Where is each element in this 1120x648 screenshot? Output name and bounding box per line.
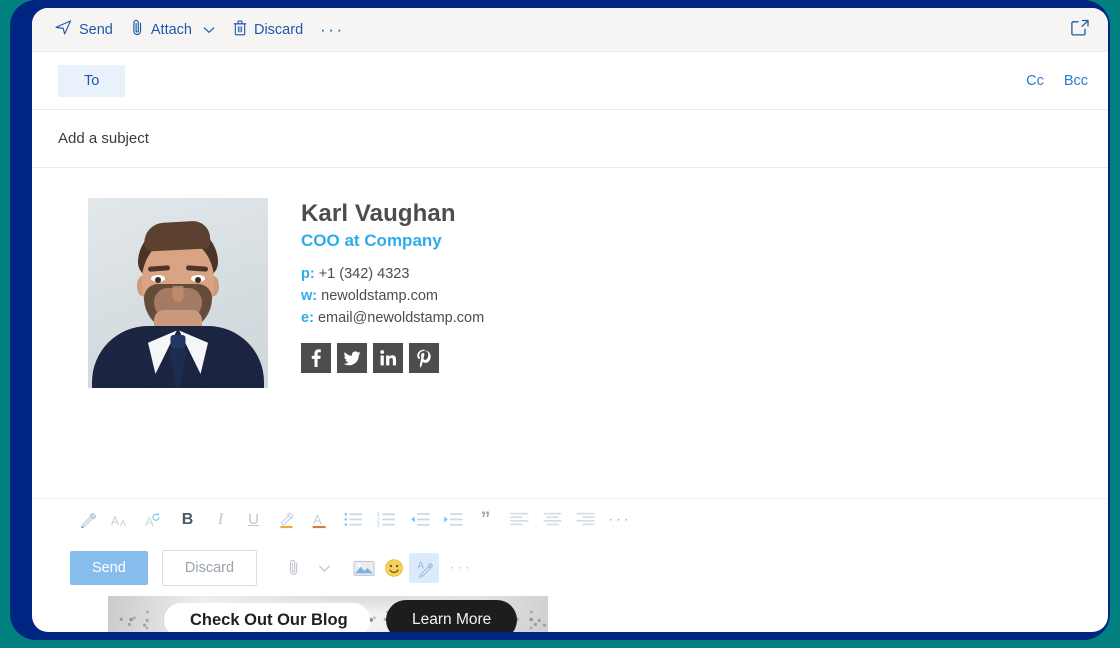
decrease-indent-icon[interactable] — [403, 505, 436, 535]
social-links — [301, 342, 484, 373]
portrait-photo — [88, 198, 268, 388]
chevron-down-icon — [203, 22, 215, 38]
send-command-label: Send — [79, 21, 113, 38]
clear-formatting-icon[interactable]: A — [138, 505, 171, 535]
command-bar-overflow-button[interactable]: ··· — [312, 17, 352, 42]
message-body[interactable]: Karl Vaughan COO at Company p: +1 (342) … — [32, 168, 1108, 632]
signature-icon[interactable]: A — [409, 553, 440, 583]
numbered-list-icon[interactable]: 1 2 3 — [370, 505, 403, 535]
pinterest-icon[interactable] — [409, 342, 439, 373]
bcc-button[interactable]: Bcc — [1064, 73, 1088, 89]
trash-icon — [233, 20, 247, 40]
contact-phone: p: +1 (342) 4323 — [301, 263, 484, 285]
subject-input[interactable]: Add a subject — [58, 130, 149, 147]
signature-block: Karl Vaughan COO at Company p: +1 (342) … — [88, 198, 1108, 388]
formatting-overflow-button[interactable]: ··· — [608, 511, 631, 528]
signature-details: Karl Vaughan COO at Company p: +1 (342) … — [268, 198, 484, 373]
banner-headline: Check Out Our Blog — [164, 603, 370, 632]
window-frame: Send Attach Discard ··· To Cc Bcc Add a … — [10, 0, 1110, 640]
emoji-icon[interactable] — [379, 553, 409, 583]
send-arrow-icon — [55, 20, 72, 39]
contact-website: w: newoldstamp.com — [301, 285, 484, 307]
increase-indent-icon[interactable] — [436, 505, 469, 535]
bold-icon[interactable]: B — [171, 505, 204, 535]
contact-email-value[interactable]: email@newoldstamp.com — [318, 310, 484, 326]
signature-job-title: COO at Company — [301, 230, 442, 250]
svg-text:3: 3 — [377, 523, 380, 527]
facebook-icon[interactable] — [301, 342, 331, 373]
send-button[interactable]: Send — [70, 551, 148, 585]
linkedin-icon[interactable] — [373, 342, 403, 373]
action-bar-overflow-button[interactable]: ··· — [449, 560, 472, 576]
pop-out-icon[interactable] — [1070, 18, 1090, 41]
compose-window: Send Attach Discard ··· To Cc Bcc Add a … — [32, 8, 1108, 632]
align-right-icon[interactable] — [569, 505, 602, 535]
svg-text:A: A — [120, 518, 126, 528]
signature-contacts: p: +1 (342) 4323 w: newoldstamp.com e: e… — [301, 263, 484, 329]
attach-command-label: Attach — [150, 21, 192, 38]
discard-button[interactable]: Discard — [161, 550, 258, 586]
paperclip-icon[interactable] — [279, 553, 309, 583]
contact-website-value[interactable]: newoldstamp.com — [321, 288, 438, 304]
cc-bcc-group: Cc Bcc — [1026, 73, 1088, 89]
underline-icon[interactable]: U — [237, 505, 270, 535]
format-painter-icon[interactable] — [72, 505, 105, 535]
contact-email-key: e: — [301, 309, 314, 326]
subject-row: Add a subject — [32, 110, 1108, 168]
font-color-icon[interactable]: A — [303, 505, 336, 535]
recipient-row: To Cc Bcc — [32, 52, 1108, 110]
paperclip-icon — [131, 19, 144, 40]
contact-email: e: email@newoldstamp.com — [301, 307, 484, 329]
svg-text:A: A — [417, 561, 424, 572]
twitter-icon[interactable] — [337, 342, 367, 373]
svg-text:A: A — [313, 512, 322, 527]
send-command[interactable]: Send — [46, 15, 122, 44]
to-field[interactable]: To — [58, 64, 126, 97]
outer-background: Send Attach Discard ··· To Cc Bcc Add a … — [0, 0, 1120, 648]
action-bar: Send Discard A ··· — [32, 540, 1108, 596]
formatting-toolbar: A A A B I U A 1 2 3 ” ··· — [32, 498, 1108, 540]
align-left-icon[interactable] — [503, 505, 536, 535]
cc-button[interactable]: Cc — [1026, 73, 1044, 89]
insert-picture-icon[interactable] — [349, 553, 379, 583]
discard-command[interactable]: Discard — [224, 15, 312, 45]
contact-website-key: w: — [301, 287, 318, 304]
command-bar: Send Attach Discard ··· — [32, 8, 1108, 52]
attach-command[interactable]: Attach — [122, 14, 224, 45]
banner-cta-button[interactable]: Learn More — [386, 600, 518, 632]
contact-phone-value: +1 (342) 4323 — [318, 265, 410, 282]
discard-command-label: Discard — [253, 21, 304, 38]
svg-text:A: A — [111, 514, 119, 528]
align-center-icon[interactable] — [536, 505, 569, 535]
contact-phone-key: p: — [301, 265, 315, 282]
italic-icon[interactable]: I — [204, 505, 237, 535]
highlight-color-icon[interactable] — [270, 505, 303, 535]
signature-name: Karl Vaughan — [301, 200, 456, 227]
bulleted-list-icon[interactable] — [337, 505, 370, 535]
font-size-icon[interactable]: A A — [105, 505, 138, 535]
chevron-down-icon[interactable] — [309, 553, 339, 583]
quote-icon[interactable]: ” — [469, 505, 502, 535]
